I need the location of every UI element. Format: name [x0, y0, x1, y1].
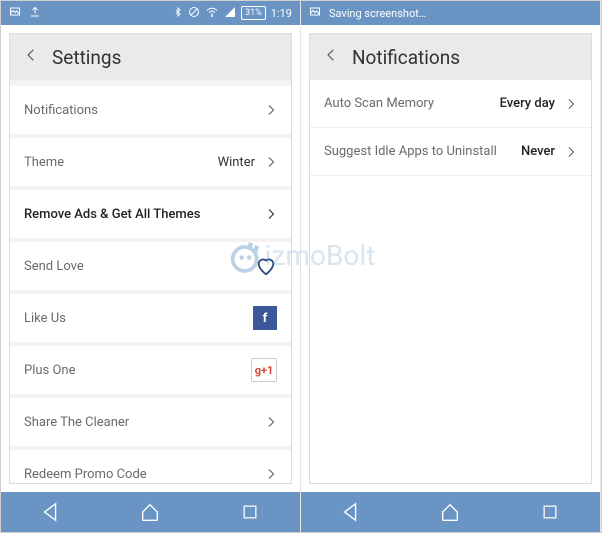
heart-icon: [255, 255, 277, 277]
row-send-love[interactable]: Send Love: [10, 242, 291, 290]
notifications-header: Notifications: [310, 34, 591, 80]
saving-text: Saving screenshot…: [329, 7, 426, 20]
picture-icon: [309, 6, 321, 21]
row-suggest-idle[interactable]: Suggest Idle Apps to Uninstall Never: [310, 128, 591, 176]
google-plus-icon: g+1: [251, 358, 277, 382]
android-nav-bar: [1, 492, 300, 532]
row-label: Plus One: [24, 363, 251, 378]
row-value: Winter: [218, 155, 255, 170]
row-theme[interactable]: Theme Winter: [10, 138, 291, 186]
row-redeem[interactable]: Redeem Promo Code: [10, 450, 291, 483]
nav-back-button[interactable]: [38, 499, 64, 525]
chevron-right-icon: [265, 100, 277, 120]
clock: 1:19: [271, 7, 292, 20]
row-auto-scan[interactable]: Auto Scan Memory Every day: [310, 80, 591, 128]
signal-icon: [224, 6, 236, 21]
row-label: Redeem Promo Code: [24, 467, 265, 482]
bluetooth-icon: [173, 6, 183, 21]
row-label: Suggest Idle Apps to Uninstall: [324, 144, 521, 159]
row-value: Never: [521, 144, 555, 159]
upload-icon: [29, 6, 41, 21]
chevron-right-icon: [265, 412, 277, 432]
chevron-right-icon: [265, 204, 277, 224]
row-label: Like Us: [24, 311, 253, 326]
nav-home-button[interactable]: [437, 499, 463, 525]
row-label: Theme: [24, 155, 218, 170]
settings-header: Settings: [10, 34, 291, 80]
chevron-right-icon: [565, 94, 577, 114]
status-bar-right: Saving screenshot…: [301, 1, 600, 25]
row-label: Send Love: [24, 259, 255, 274]
nav-recent-button[interactable]: [237, 499, 263, 525]
status-bar-left: 31% 1:19: [1, 1, 300, 25]
nav-recent-button[interactable]: [537, 499, 563, 525]
no-sim-icon: [188, 6, 200, 21]
row-notifications[interactable]: Notifications: [10, 86, 291, 134]
row-remove-ads[interactable]: Remove Ads & Get All Themes: [10, 190, 291, 238]
picture-icon: [9, 6, 21, 21]
row-label: Auto Scan Memory: [324, 96, 500, 111]
row-label: Notifications: [24, 103, 265, 118]
row-label: Share The Cleaner: [24, 415, 265, 430]
page-title: Notifications: [352, 46, 460, 69]
row-plus-one[interactable]: Plus One g+1: [10, 346, 291, 394]
page-title: Settings: [52, 46, 121, 69]
chevron-right-icon: [265, 152, 277, 172]
wifi-icon: [205, 6, 219, 21]
nav-home-button[interactable]: [137, 499, 163, 525]
nav-back-button[interactable]: [338, 499, 364, 525]
facebook-icon: f: [253, 306, 277, 330]
row-value: Every day: [500, 96, 555, 111]
chevron-right-icon: [565, 142, 577, 162]
row-like-us[interactable]: Like Us f: [10, 294, 291, 342]
battery-indicator: 31%: [241, 6, 266, 20]
android-nav-bar: [301, 492, 600, 532]
back-icon[interactable]: [24, 44, 38, 70]
row-share[interactable]: Share The Cleaner: [10, 398, 291, 446]
chevron-right-icon: [265, 464, 277, 483]
back-icon[interactable]: [324, 44, 338, 70]
row-label: Remove Ads & Get All Themes: [24, 207, 265, 222]
